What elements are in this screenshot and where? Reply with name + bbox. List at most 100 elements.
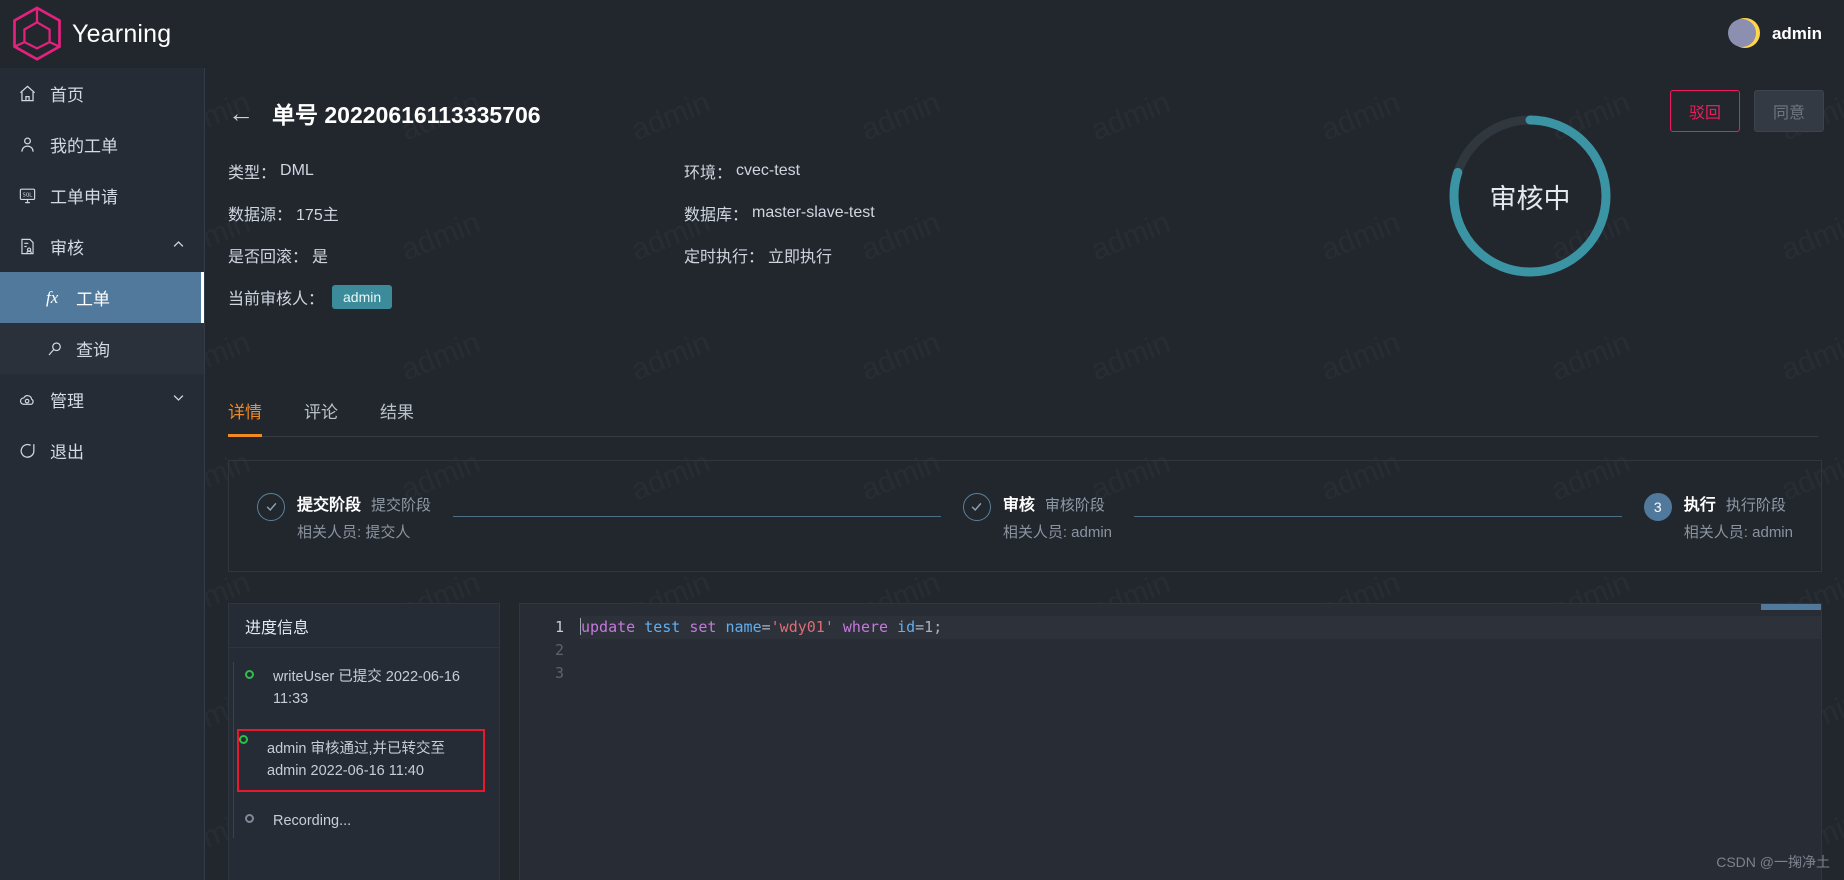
editor-line-number: 2 bbox=[554, 641, 564, 659]
step-subtitle: 执行阶段 bbox=[1725, 496, 1786, 514]
sidebar-item-my-orders[interactable]: 我的工单 bbox=[0, 119, 204, 170]
sidebar-item-label: 首页 bbox=[50, 86, 84, 105]
meta-label: 数据库： bbox=[684, 207, 749, 224]
step-audit: 审核 审核阶段 相关人员: admin bbox=[962, 491, 1113, 542]
sidebar-item-order-apply[interactable]: SQL 工单申请 bbox=[0, 170, 204, 221]
meta-row-env: 环境： cvec-test bbox=[684, 150, 875, 192]
meta-value: master-slave-test bbox=[752, 204, 875, 221]
search-icon bbox=[46, 340, 72, 358]
editor-line-number: 3 bbox=[554, 664, 564, 682]
sidebar-item-home[interactable]: 首页 bbox=[0, 68, 204, 119]
tab-result[interactable]: 结果 bbox=[380, 398, 414, 437]
timeline-text: writeUser 已提交 2022-06-16 11:33 bbox=[273, 669, 460, 708]
step-subtitle: 审核阶段 bbox=[1044, 496, 1105, 514]
editor-line-numbers: 1 2 3 bbox=[520, 616, 580, 685]
reviewer-tag: admin bbox=[332, 285, 393, 309]
sidebar-divider bbox=[204, 68, 205, 880]
status-ring: 审核中 bbox=[1444, 110, 1616, 282]
step-connector bbox=[453, 515, 941, 517]
tabs: 详情 评论 结果 bbox=[228, 398, 1818, 437]
step-title: 提交阶段 bbox=[297, 496, 362, 514]
tab-underline bbox=[228, 436, 1818, 437]
code-token: =1; bbox=[915, 618, 943, 636]
editor-top-accent bbox=[1761, 604, 1821, 610]
sidebar-item-label: 审核 bbox=[50, 239, 84, 258]
home-icon bbox=[18, 84, 44, 103]
sql-editor[interactable]: 1 2 3 update test set name='wdy01' where i… bbox=[519, 603, 1822, 880]
sidebar-item-query[interactable]: 查询 bbox=[0, 323, 204, 374]
step-title-row: 审核 审核阶段 bbox=[1003, 491, 1112, 515]
sidebar-item-label: 管理 bbox=[50, 392, 84, 411]
timeline-item: writeUser 已提交 2022-06-16 11:33 bbox=[245, 666, 485, 711]
sidebar: 首页 我的工单 SQL 工单申请 审核 fx 工单 查询 管理 退出 bbox=[0, 68, 204, 880]
step-title: 执行 bbox=[1683, 496, 1716, 514]
tab-detail[interactable]: 详情 bbox=[228, 398, 262, 437]
meta-label: 数据源： bbox=[228, 207, 293, 224]
meta-column-left: 类型： DML 数据源： 175主 是否回滚： 是 当前审核人： admin bbox=[228, 150, 393, 318]
step-title: 审核 bbox=[1002, 496, 1035, 514]
step-description: 相关人员: admin bbox=[1683, 523, 1793, 541]
sidebar-item-label: 工单申请 bbox=[50, 188, 118, 207]
progress-panel-title: 进度信息 bbox=[229, 604, 499, 648]
sidebar-group-manage[interactable]: 管理 bbox=[0, 374, 204, 425]
top-bar: Yearning admin bbox=[0, 0, 1844, 68]
editor-code[interactable]: update test set name='wdy01' where id=1; bbox=[580, 616, 1821, 685]
user-icon bbox=[18, 135, 44, 154]
meta-value: cvec-test bbox=[736, 162, 801, 179]
sidebar-group-audit[interactable]: 审核 bbox=[0, 221, 204, 272]
meta-label: 是否回滚： bbox=[228, 249, 309, 266]
check-circle-icon bbox=[962, 492, 991, 521]
brand[interactable]: Yearning bbox=[0, 5, 204, 63]
timeline-text: admin 审核通过,并已转交至 admin 2022-06-16 11:40 bbox=[267, 740, 446, 780]
meta-row-rollback: 是否回滚： 是 bbox=[228, 234, 392, 276]
page-title: 单号 20220616113335706 bbox=[272, 102, 541, 128]
meta-value: 175主 bbox=[296, 207, 339, 224]
meta-column-right: 环境： cvec-test 数据库： master-slave-test 定时执… bbox=[684, 150, 875, 276]
sidebar-submenu-audit: fx 工单 查询 bbox=[0, 272, 204, 374]
editor-code-line bbox=[580, 639, 1821, 662]
sidebar-item-label: 我的工单 bbox=[50, 137, 118, 156]
credit-watermark: CSDN @一掬净土 bbox=[1716, 854, 1830, 870]
code-token: 'wdy01' bbox=[770, 618, 834, 636]
timeline-axis bbox=[233, 662, 234, 839]
app-root: adminadminadminadminadminadminadminadmin… bbox=[0, 0, 1844, 880]
avatar-moon-icon bbox=[1727, 18, 1760, 50]
code-token: where bbox=[842, 618, 889, 636]
meta-row-source: 数据源： 175主 bbox=[228, 192, 392, 234]
step-submit: 提交阶段 提交阶段 相关人员: 提交人 bbox=[257, 491, 431, 542]
timeline-dot-icon bbox=[239, 734, 248, 744]
timeline-dot-icon bbox=[245, 813, 254, 823]
fx-icon: fx bbox=[46, 287, 59, 307]
meta-label: 环境： bbox=[684, 165, 733, 182]
tab-strip: 详情 评论 结果 bbox=[228, 398, 1818, 437]
timeline-item: Recording... bbox=[245, 810, 485, 832]
sql-screen-icon: SQL bbox=[18, 186, 44, 205]
audit-doc-icon bbox=[18, 237, 44, 256]
reject-button[interactable]: 驳回 bbox=[1669, 90, 1740, 132]
step-description: 相关人员: admin bbox=[1002, 523, 1113, 541]
meta-row-schedule: 定时执行： 立即执行 bbox=[684, 234, 875, 276]
meta-row-database: 数据库： master-slave-test bbox=[684, 192, 875, 234]
agree-button: 同意 bbox=[1753, 90, 1824, 132]
editor-body: 1 2 3 update test set name='wdy01' where i… bbox=[520, 604, 1821, 685]
step-description: 相关人员: 提交人 bbox=[297, 523, 411, 541]
meta-value: 立即执行 bbox=[768, 249, 833, 266]
editor-line-number: 1 bbox=[554, 618, 564, 636]
editor-code-line bbox=[580, 662, 1821, 685]
tab-comment[interactable]: 评论 bbox=[304, 398, 338, 437]
arrow-left-icon[interactable]: ← bbox=[228, 100, 254, 126]
user-menu[interactable]: admin bbox=[1727, 18, 1844, 50]
step-connector bbox=[1134, 515, 1622, 517]
code-token: id bbox=[897, 618, 916, 636]
code-token: update bbox=[581, 618, 636, 636]
editor-code-line: update test set name='wdy01' where id=1; bbox=[580, 616, 1821, 639]
meta-label: 定时执行： bbox=[684, 249, 765, 266]
sidebar-item-logout[interactable]: 退出 bbox=[0, 425, 204, 476]
code-token: name bbox=[725, 618, 762, 636]
reviewer-label: 当前审核人： bbox=[228, 291, 325, 308]
sidebar-item-workorder[interactable]: fx 工单 bbox=[0, 272, 204, 323]
progress-panel: 进度信息 writeUser 已提交 2022-06-16 11:33 admi… bbox=[228, 603, 500, 880]
